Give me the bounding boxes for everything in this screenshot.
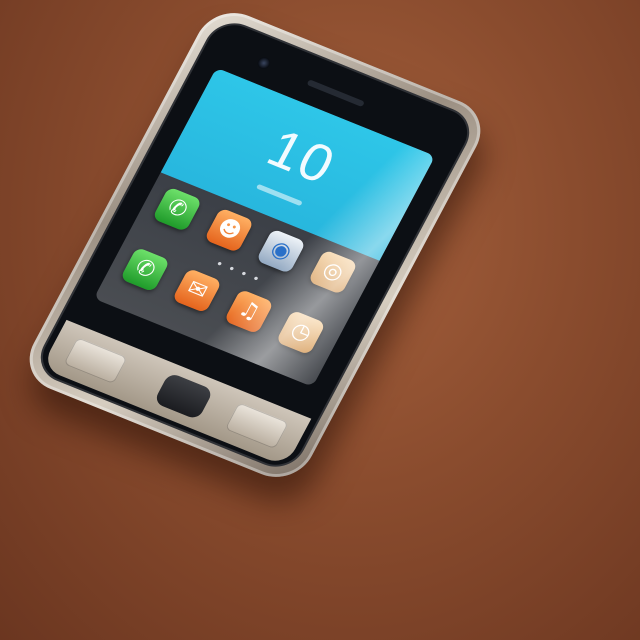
home-key[interactable] [153,372,214,421]
dialer-app-icon[interactable]: ✆ [119,246,171,293]
contacts-app-icon[interactable]: ☻ [203,207,255,253]
photo-scene: 10 ✆ ☻ ◉ ◎ •••• ✆ [0,0,640,640]
phone-app-icon[interactable]: ✆ [151,186,203,232]
front-camera-icon [255,55,273,71]
end-key[interactable] [224,402,289,450]
phone-screen: 10 ✆ ☻ ◉ ◎ •••• ✆ [93,67,436,387]
messages-app-icon[interactable]: ✉ [171,267,223,314]
call-key[interactable] [63,337,128,385]
smartphone: 10 ✆ ☻ ◉ ◎ •••• ✆ [16,2,494,488]
earpiece-speaker [306,79,365,108]
